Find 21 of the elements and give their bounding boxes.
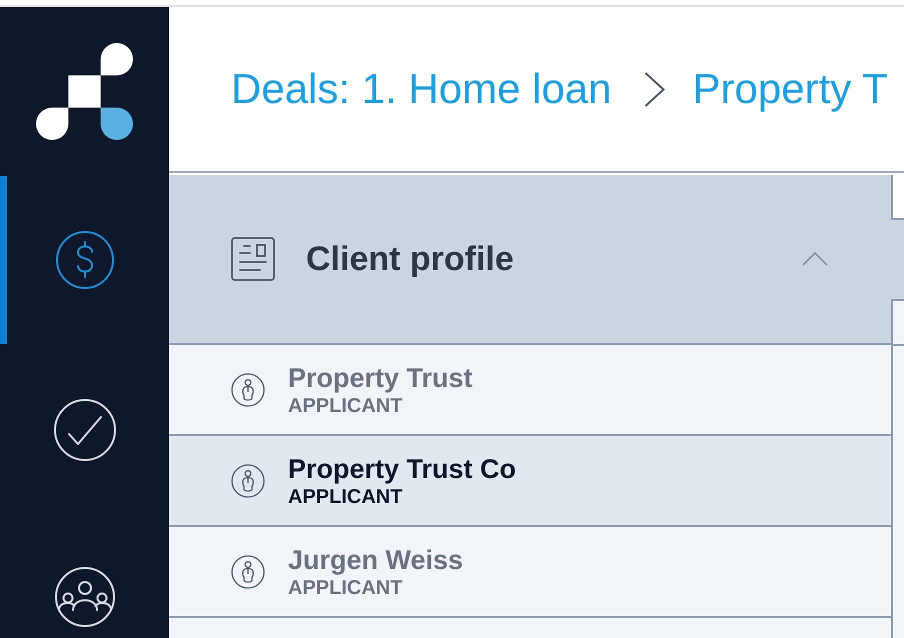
client-name: Property Trust Co <box>288 454 516 484</box>
client-name: Property Trust <box>288 362 473 392</box>
logo-icon <box>36 43 133 140</box>
dollar-circle-icon <box>54 230 114 290</box>
client-row[interactable]: Property Trust Co APPLICANT <box>169 436 891 527</box>
section-header[interactable]: Client profile <box>169 175 891 345</box>
client-role: APPLICANT <box>288 486 404 508</box>
person-circle-icon <box>231 554 265 588</box>
people-circle-icon <box>54 566 116 628</box>
person-circle-icon <box>231 372 265 406</box>
person-circle-icon <box>231 464 265 498</box>
chevron-right-icon <box>644 72 665 106</box>
breadcrumb-link[interactable]: Deals: 1. Home loan <box>231 64 612 114</box>
client-role: APPLICANT <box>288 576 404 598</box>
card-edge <box>891 175 904 220</box>
client-name: Jurgen Weiss <box>288 544 464 574</box>
check-circle-icon <box>52 398 116 462</box>
client-role: APPLICANT <box>288 394 404 416</box>
section-title: Client profile <box>306 240 514 278</box>
profile-card-icon <box>231 237 275 281</box>
breadcrumb-link[interactable]: Property T <box>692 64 888 114</box>
